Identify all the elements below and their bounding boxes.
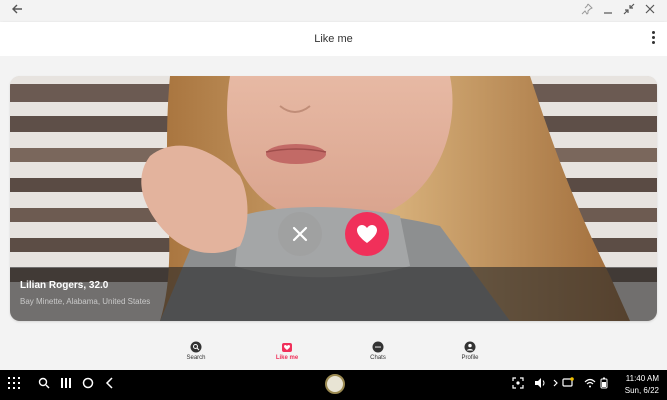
more-vertical-icon[interactable] (649, 30, 657, 48)
nav-label-like-me: Like me (275, 355, 299, 361)
nav-label-profile: Profile (461, 355, 479, 361)
app-shortcut-icon[interactable] (325, 374, 345, 394)
clock-time: 11:40 AM (625, 374, 659, 383)
heart-icon (357, 225, 377, 243)
search-icon[interactable] (36, 377, 52, 393)
page-title: Like me (314, 33, 353, 45)
nav-label-search: Search (186, 355, 206, 361)
home-icon[interactable] (80, 377, 96, 393)
close-icon (292, 226, 308, 242)
battery-icon[interactable] (596, 377, 612, 393)
system-clock[interactable]: 11:40 AM Sun, 6/22 (625, 373, 659, 397)
nav-label-chats: Chats (370, 355, 386, 361)
profile-icon (464, 341, 476, 353)
search-icon (190, 341, 202, 353)
profile-location: Bay Minette, Alabama, United States (20, 297, 151, 306)
pin-icon[interactable] (578, 2, 596, 20)
back-icon[interactable] (102, 377, 118, 393)
clock-date: Sun, 6/22 (624, 386, 659, 395)
back-arrow-icon[interactable] (8, 2, 26, 20)
like-button[interactable] (345, 212, 389, 256)
window-title-bar (0, 0, 667, 22)
fullscreen-exit-icon[interactable] (620, 2, 638, 20)
close-icon[interactable] (641, 2, 659, 20)
like-me-icon (282, 343, 292, 352)
dislike-button[interactable] (278, 212, 322, 256)
app-grid-icon[interactable] (6, 377, 22, 393)
profile-card[interactable]: Lilian Rogers, 32.0 Bay Minette, Alabama… (10, 76, 657, 321)
app-header: Like me (0, 22, 667, 56)
recent-apps-icon[interactable] (58, 377, 74, 393)
bottom-navigation: Search Like me Chats Profile (0, 336, 667, 370)
nav-item-chats[interactable]: Chats (348, 338, 408, 368)
notification-icon[interactable] (560, 377, 576, 393)
chat-icon (372, 341, 384, 353)
system-taskbar: 11:40 AM Sun, 6/22 (0, 370, 667, 400)
minimize-icon[interactable] (599, 2, 617, 20)
nav-item-search[interactable]: Search (166, 338, 226, 368)
nav-item-like-me[interactable]: Like me (257, 338, 317, 368)
profile-info-overlay: Lilian Rogers, 32.0 Bay Minette, Alabama… (10, 267, 657, 321)
main-content: Lilian Rogers, 32.0 Bay Minette, Alabama… (0, 56, 667, 336)
screenshot-icon[interactable] (510, 377, 526, 393)
profile-name-age: Lilian Rogers, 32.0 (20, 280, 109, 291)
nav-item-profile[interactable]: Profile (440, 338, 500, 368)
volume-icon[interactable] (532, 377, 548, 393)
